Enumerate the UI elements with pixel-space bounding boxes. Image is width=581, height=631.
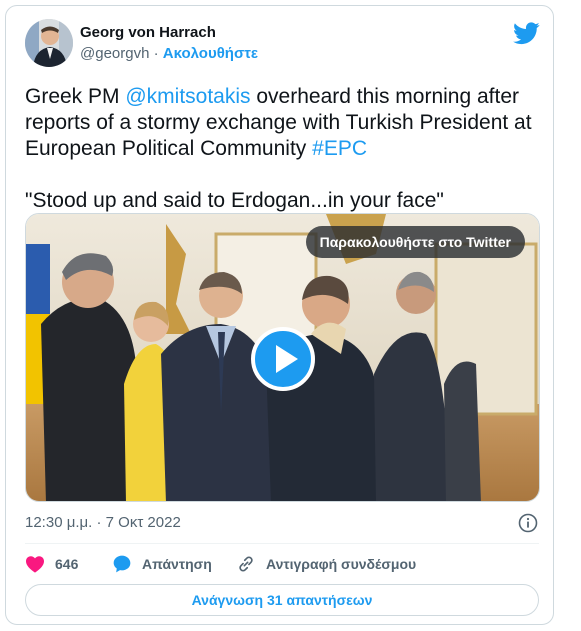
reply-button[interactable]: Απάντηση xyxy=(112,551,212,577)
tweet-text-part1: Greek PM xyxy=(25,85,126,108)
like-button[interactable]: 646 xyxy=(25,551,78,577)
reply-bubble-icon xyxy=(113,555,131,573)
twitter-bird-icon[interactable] xyxy=(513,22,540,45)
divider xyxy=(25,543,539,544)
separator-dot: · xyxy=(153,45,159,62)
tweet-text: Greek PM @kmitsotakis overheard this mor… xyxy=(25,84,535,214)
tweet-body: Greek PM @kmitsotakis overheard this mor… xyxy=(25,84,535,162)
tweet-timestamp[interactable]: 12:30 μ.μ. · 7 Οκτ 2022 xyxy=(25,514,181,531)
read-replies-button[interactable]: Ανάγνωση 31 απαντήσεων xyxy=(25,584,539,616)
copy-link-label: Αντιγραφή συνδέσμου xyxy=(266,556,417,572)
tweet-card: Georg von Harrach @georgvh · Ακολουθήστε… xyxy=(5,5,554,625)
author-handle-row: @georgvh · Ακολουθήστε xyxy=(80,45,258,62)
play-icon[interactable] xyxy=(251,327,315,391)
tweet-quote: "Stood up and said to Erdogan...in your … xyxy=(25,189,444,212)
info-icon[interactable] xyxy=(518,513,538,533)
author-handle[interactable]: @georgvh xyxy=(80,45,149,62)
link-icon xyxy=(239,556,253,572)
heart-icon xyxy=(26,556,44,573)
reply-label: Απάντηση xyxy=(142,556,212,572)
mention-link[interactable]: @kmitsotakis xyxy=(125,85,250,108)
watch-on-twitter-button[interactable]: Παρακολουθήστε στο Twitter xyxy=(305,226,525,258)
hashtag-link[interactable]: #EPC xyxy=(312,137,367,160)
video-player[interactable]: Παρακολουθήστε στο Twitter xyxy=(25,213,540,502)
author-name[interactable]: Georg von Harrach xyxy=(80,24,216,41)
avatar[interactable] xyxy=(25,19,73,67)
like-count: 646 xyxy=(55,556,79,572)
follow-link[interactable]: Ακολουθήστε xyxy=(163,45,258,62)
copy-link-button[interactable]: Αντιγραφή συνδέσμου xyxy=(236,551,416,577)
action-bar: 646 Απάντηση Αντιγραφή συνδέσμου xyxy=(25,551,539,577)
